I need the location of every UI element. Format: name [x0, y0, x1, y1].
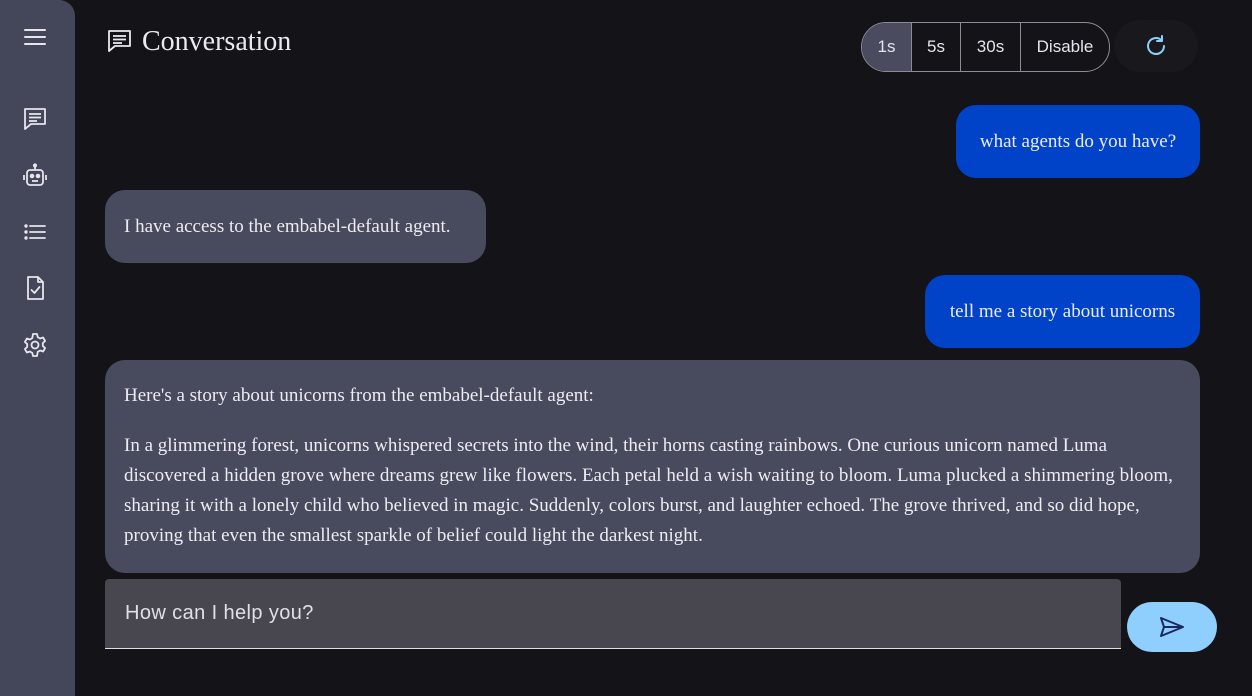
user-message: tell me a story about unicorns [925, 275, 1200, 348]
message-input[interactable] [105, 579, 1121, 648]
refresh-interval-toggle: 1s 5s 30s Disable [861, 22, 1110, 72]
user-message: what agents do you have? [956, 105, 1200, 178]
refresh-option-disable[interactable]: Disable [1021, 23, 1109, 71]
chat-icon [24, 108, 46, 130]
refresh-button[interactable] [1114, 20, 1198, 72]
message-text: what agents do you have? [979, 130, 1177, 152]
message-input-container [105, 579, 1121, 649]
page-title: Conversation [106, 22, 291, 62]
send-button[interactable] [1127, 602, 1217, 652]
chat-icon [108, 30, 131, 52]
page-title-text: Conversation [142, 26, 292, 57]
refresh-icon [1147, 35, 1165, 55]
agent-message: Here's a story about unicorns from the e… [105, 360, 1200, 573]
agent-message: I have access to the embabel-default age… [105, 190, 486, 263]
nav-tasks[interactable] [14, 268, 56, 308]
nav-settings[interactable] [14, 325, 56, 365]
clipboard-check-icon [27, 276, 44, 300]
refresh-option-5s[interactable]: 5s [912, 23, 961, 71]
list-icon [24, 224, 46, 240]
refresh-option-1s[interactable]: 1s [862, 23, 912, 71]
refresh-option-30s[interactable]: 30s [961, 23, 1021, 71]
sidebar [0, 0, 75, 696]
nav-list[interactable] [14, 212, 56, 252]
send-icon [1160, 617, 1184, 637]
nav-conversation[interactable] [14, 99, 56, 139]
nav-agents[interactable] [14, 156, 56, 196]
message-text: tell me a story about unicorns [949, 300, 1176, 322]
menu-icon [24, 29, 46, 45]
robot-icon [23, 163, 47, 186]
gear-icon [24, 333, 46, 357]
message-paragraph: In a glimmering forest, unicorns whisper… [124, 435, 1173, 546]
message-text: I have access to the embabel-default age… [124, 216, 451, 237]
menu-button[interactable] [14, 17, 56, 57]
message-paragraph: Here's a story about unicorns from the e… [124, 385, 594, 406]
